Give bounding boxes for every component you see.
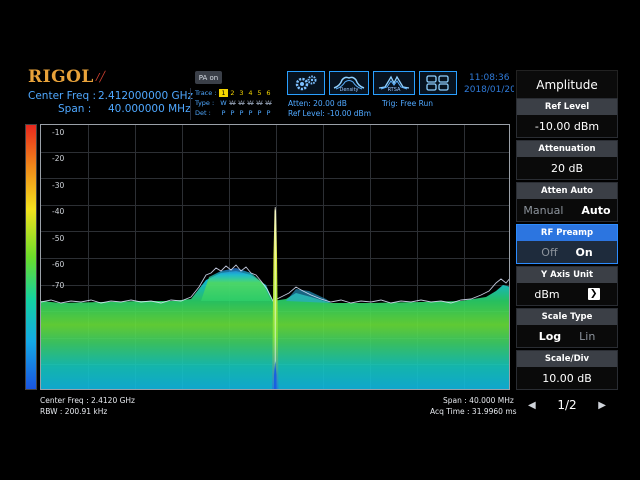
window-layout-icon (426, 75, 449, 91)
span-value[interactable]: 40.000000 MHz (108, 103, 191, 115)
rtsa-button[interactable]: RTSA (373, 71, 415, 95)
trigger-readout: Trig: Free Run (382, 99, 433, 108)
span-label: Span : (58, 103, 92, 115)
y-axis-unit-label: Y Axis Unit (517, 267, 617, 283)
menu-title: Amplitude (516, 70, 618, 100)
attenuation-label: Attenuation (517, 141, 617, 157)
y-tick-label: -50 (52, 234, 65, 243)
center-freq-value[interactable]: 2.412000000 GHz (98, 90, 193, 102)
rf-preamp-label: RF Preamp (517, 225, 617, 241)
y-tick-label: -30 (52, 181, 65, 190)
rf-preamp-softkey[interactable]: RF Preamp Off On (516, 224, 618, 264)
y-tick-label: -60 (52, 260, 65, 269)
trace-6[interactable]: 6 (264, 89, 273, 97)
settings-button[interactable] (287, 71, 325, 95)
scale-log-option[interactable]: Log (539, 330, 561, 343)
atten-manual-option[interactable]: Manual (523, 204, 563, 217)
trace-det-1: P (221, 109, 226, 117)
ref-level-softkey[interactable]: Ref Level -10.00 dBm (516, 98, 618, 138)
attenuation-softkey[interactable]: Attenuation 20 dB (516, 140, 618, 180)
y-tick-label: -20 (52, 154, 65, 163)
trace-1[interactable]: 1 (219, 89, 228, 97)
y-tick-label: -40 (52, 207, 65, 216)
scale-type-label: Scale Type (517, 309, 617, 325)
scale-div-softkey[interactable]: Scale/Div 10.00 dB (516, 350, 618, 390)
ref-level-label: Ref Level (517, 99, 617, 115)
trace-type-3: W (238, 99, 245, 107)
preamp-off-option[interactable]: Off (541, 246, 557, 259)
density-button[interactable]: Density (329, 71, 369, 95)
atten-auto-option[interactable]: Auto (581, 204, 610, 217)
trace-det-6: P (266, 109, 271, 117)
preamp-on-option[interactable]: On (576, 246, 593, 259)
footer-center-freq: Center Freq : 2.4120 GHz (40, 396, 135, 405)
trace-3[interactable]: 3 (237, 89, 246, 97)
next-page-icon[interactable]: ▶ (598, 400, 606, 411)
trace-4[interactable]: 4 (246, 89, 255, 97)
layout-button[interactable] (419, 71, 457, 95)
trace-det-4: P (248, 109, 253, 117)
y-tick-label: -10 (52, 128, 65, 137)
trace-panel[interactable]: Trace : 1 2 3 4 5 6 Type : W W W W W W D… (190, 88, 276, 120)
menu-pager: ◀ 1/2 ▶ (516, 393, 618, 417)
y-axis-unit-value: dBm (534, 287, 560, 301)
scale-div-value: 10.00 dB (517, 367, 617, 389)
attenuation-value: 20 dB (517, 157, 617, 179)
ref-level-value: -10.00 dBm (517, 115, 617, 137)
type-label: Type : (195, 99, 215, 107)
center-freq-label: Center Freq : (28, 90, 97, 102)
gear-icon (295, 75, 317, 91)
clock-date: 2018/01/20 (464, 85, 514, 95)
trace-det-5: P (257, 109, 262, 117)
footer-span: Span : 40.000 MHz (443, 396, 514, 405)
trace-type-4: W (247, 99, 254, 107)
y-axis-unit-softkey[interactable]: Y Axis Unit dBm ❯ (516, 266, 618, 306)
footer-rbw: RBW : 200.91 kHz (40, 407, 108, 416)
prev-page-icon[interactable]: ◀ (528, 400, 536, 411)
trace-label: Trace : (195, 89, 217, 97)
spectrum-trace (41, 207, 509, 389)
det-label: Det : (195, 109, 211, 117)
atten-auto-label: Atten Auto (517, 183, 617, 199)
brand-mark-icon: /╱ (96, 72, 106, 83)
pa-toggle-button[interactable]: PA on (195, 71, 222, 84)
trace-2[interactable]: 2 (228, 89, 237, 97)
chevron-right-icon[interactable]: ❯ (587, 288, 600, 300)
trace-det-3: P (239, 109, 244, 117)
density-caption: Density (339, 87, 359, 93)
atten-readout: Atten: 20.00 dB (288, 99, 347, 108)
rtsa-caption: RTSA (387, 87, 401, 93)
page-indicator: 1/2 (557, 398, 577, 412)
scale-type-softkey[interactable]: Scale Type Log Lin (516, 308, 618, 348)
trace-5[interactable]: 5 (255, 89, 264, 97)
trace-type-5: W (256, 99, 263, 107)
y-tick-label: -70 (52, 281, 65, 290)
scale-lin-option[interactable]: Lin (579, 330, 595, 343)
ref-level-readout: Ref Level: -10.00 dBm (288, 109, 371, 118)
footer-acq-time: Acq Time : 31.9960 ms (430, 407, 517, 416)
brand-logo: RIGOL (28, 67, 94, 87)
scale-div-label: Scale/Div (517, 351, 617, 367)
trace-det-2: P (230, 109, 235, 117)
density-colorbar (25, 124, 37, 390)
trace-type-1: W (220, 99, 227, 107)
trace-type-2: W (229, 99, 236, 107)
clock-time: 11:08:36 (469, 73, 510, 83)
trace-type-6: W (265, 99, 272, 107)
atten-auto-softkey[interactable]: Atten Auto Manual Auto (516, 182, 618, 222)
spectrum-density-plot[interactable]: -10 -20 -30 -40 -50 -60 -70 (40, 124, 510, 390)
